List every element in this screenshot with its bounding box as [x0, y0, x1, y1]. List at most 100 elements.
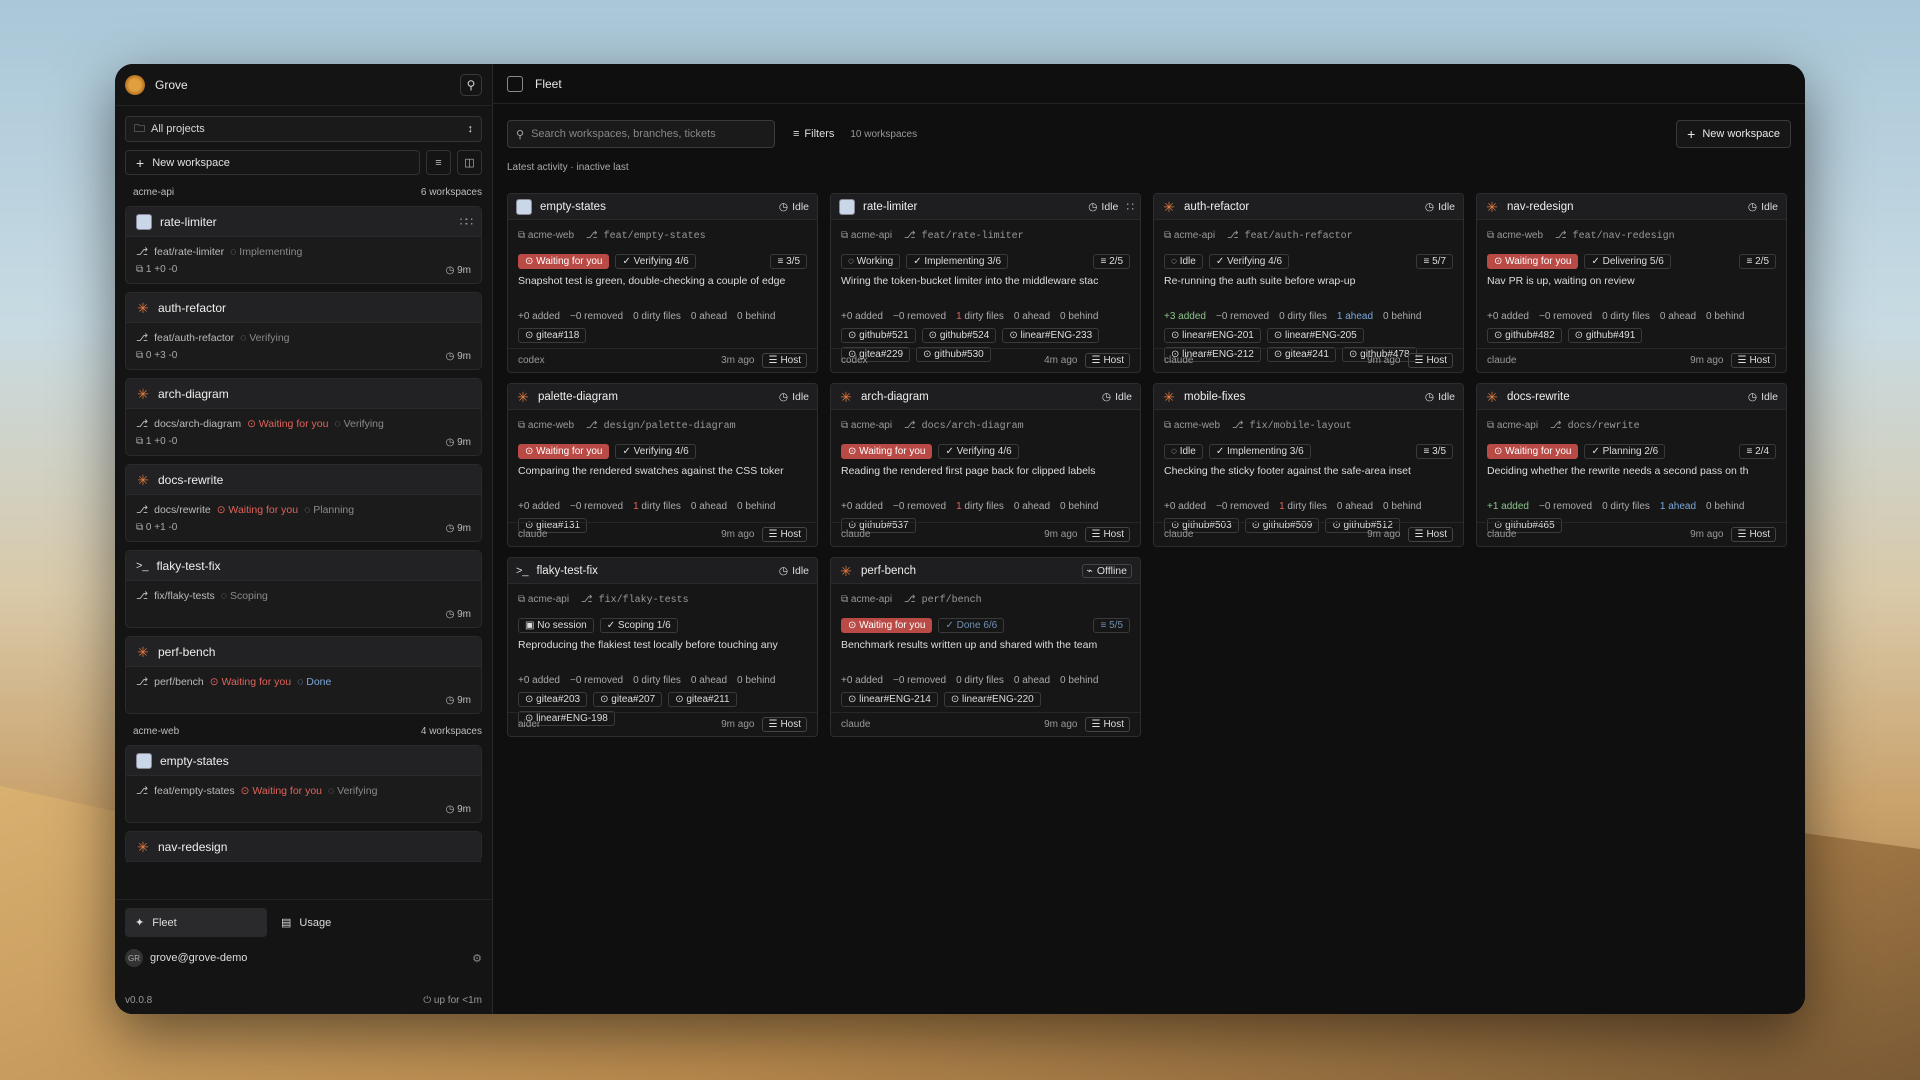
workspace-card[interactable]: rate-limiter ◷ Idle ∷ ⧉ acme-api ⎇ feat/rate-… — [830, 193, 1141, 373]
workspace-card[interactable]: empty-states ◷ Idle ⧉ acme-web ⎇ feat/empty-… — [507, 193, 818, 373]
filters-button[interactable]: ≡ Filters — [793, 128, 834, 140]
sidebar-workspace-item[interactable]: rate-limiter ∷∷ ⎇ feat/rate-limiter ◌ Implem… — [125, 206, 482, 284]
card-footer: codex 3m ago ☰ Host — [508, 348, 817, 372]
stat-value: −0 removed — [1216, 311, 1270, 322]
sidebar-workspace-item[interactable]: ✳ auth-refactor ⎇ feat/auth-refactor ◌ Verif… — [125, 292, 482, 370]
card-header: ✳ palette-diagram ◷ Idle — [508, 384, 817, 410]
workspace-card[interactable]: ✳ mobile-fixes ◷ Idle ⧉ acme-web ⎇ fix/mobile… — [1153, 383, 1464, 547]
chevron-updown-icon: ↕ — [467, 123, 474, 135]
branch-name: feat/empty-states — [154, 785, 235, 797]
uptime: ⏻ up for <1m — [423, 995, 482, 1006]
host-button[interactable]: ☰ Host — [1085, 353, 1130, 368]
workspace-card[interactable]: ✳ auth-refactor ◷ Idle ⧉ acme-api ⎇ feat/auth… — [1153, 193, 1464, 373]
search-input[interactable]: ⚲ Search workspaces, branches, tickets — [507, 120, 775, 148]
card-description: Deciding whether the rewrite needs a sec… — [1487, 465, 1749, 477]
card-stats: +3 added −0 removed 0 dirty files 1 ahead 0 … — [1154, 311, 1463, 322]
host-button[interactable]: ☰ Host — [762, 527, 807, 542]
ticket-ref[interactable]: ⊙ gitea#207 — [593, 692, 663, 707]
gear-icon[interactable]: ⚙ — [472, 952, 482, 965]
host-button[interactable]: ☰ Host — [1085, 527, 1130, 542]
agent-burst-icon: ✳ — [1486, 388, 1498, 405]
ticket-ref[interactable]: ⊙ linear#ENG-205 — [1266, 328, 1364, 343]
unplug-icon: ⌁ — [1086, 564, 1093, 577]
sidebar-workspace-item[interactable]: ✳ nav-redesign — [125, 831, 482, 862]
status-label: ◌ Implementing — [230, 246, 303, 258]
sidebar-workspace-item[interactable]: ✳ arch-diagram ⎇ docs/arch-diagram ⊙ Waiting… — [125, 378, 482, 456]
branch-name: fix/flaky-tests — [154, 590, 215, 602]
card-meta: ⧉ acme-api ⎇ docs/arch-diagram — [831, 420, 1140, 432]
branch-name: docs/rewrite — [154, 504, 211, 516]
dirty-count: 1 — [956, 501, 962, 512]
host-button[interactable]: ☰ Host — [1408, 527, 1453, 542]
ticket-ref[interactable]: ⊙ github#482 — [1487, 328, 1562, 343]
repo-name: ⧉ acme-api — [1487, 420, 1539, 431]
sidebar-workspace-item[interactable]: >_ flaky-test-fix ⎇ fix/flaky-tests ◌ Scopin… — [125, 550, 482, 628]
group-name: acme-web — [133, 726, 180, 737]
ticket-ref[interactable]: ⊙ gitea#211 — [668, 692, 737, 707]
sidebar-workspace-item[interactable]: ✳ perf-bench ⎇ perf/bench ⊙ Waiting for you ◌… — [125, 636, 482, 714]
card-stats: +1 added −0 removed 0 dirty files 1 ahead 0 … — [1477, 501, 1786, 512]
session-badge: ▣ No session — [518, 618, 594, 633]
ticket-ref[interactable]: ⊙ github#491 — [1567, 328, 1643, 343]
new-workspace-button[interactable]: + New workspace — [125, 150, 420, 175]
workspace-card[interactable]: ✳ perf-bench ⌁ Offline ⧉ acme-api ⎇ perf/benc… — [830, 557, 1141, 737]
branch-name: ⎇ fix/flaky-tests — [581, 595, 689, 606]
chart-icon: ▤ — [281, 917, 292, 929]
ticket-ref[interactable]: ⊙ linear#ENG-233 — [1002, 328, 1100, 343]
last-activity: 3m ago — [721, 355, 755, 366]
plus-icon: + — [1687, 126, 1696, 142]
new-workspace-button[interactable]: + New workspace — [1676, 120, 1791, 148]
workspace-card[interactable]: ✳ arch-diagram ◷ Idle ⧉ acme-api ⎇ docs/arch-… — [830, 383, 1141, 547]
user-row[interactable]: GR grove@grove-demo ⚙ — [125, 949, 482, 967]
ticket-ref[interactable]: ⊙ linear#ENG-220 — [943, 692, 1041, 707]
session-state: ◷ Idle — [1088, 201, 1118, 213]
card-description: Reproducing the flakiest test locally be… — [518, 639, 778, 651]
filter-icon[interactable]: ≡ — [426, 150, 451, 175]
search-icon[interactable]: ⚲ — [460, 73, 482, 96]
tab-usage[interactable]: ▤ Usage — [271, 908, 341, 937]
status-label: ⊙ Waiting for you — [209, 676, 292, 688]
host-label: Host — [780, 529, 801, 540]
workspace-name: docs-rewrite — [1507, 390, 1570, 403]
host-label: Host — [1426, 529, 1447, 540]
last-activity: 9m ago — [1690, 529, 1724, 540]
host-label: Host — [1103, 719, 1124, 730]
host-button[interactable]: ☰ Host — [762, 353, 807, 368]
ticket-ref[interactable]: ⊙ linear#ENG-214 — [841, 692, 938, 707]
columns-icon[interactable]: ◫ — [457, 150, 482, 175]
tab-fleet[interactable]: ✦ Fleet — [125, 908, 267, 937]
project-select[interactable]: 🗀 All projects ↕ — [125, 116, 482, 142]
sidebar-workspace-item[interactable]: ✳ docs-rewrite ⎇ docs/rewrite ⊙ Waiting for … — [125, 464, 482, 542]
sidebar-toggle-icon[interactable] — [507, 75, 523, 92]
workspace-card[interactable]: ✳ nav-redesign ◷ Idle ⧉ acme-web ⎇ feat/nav-r… — [1476, 193, 1787, 373]
sidebar-workspace-item[interactable]: empty-states ⎇ feat/empty-states ⊙ Waiting … — [125, 745, 482, 823]
workspace-card[interactable]: ✳ docs-rewrite ◷ Idle ⧉ acme-api ⎇ docs/rewri… — [1476, 383, 1787, 547]
ticket-ref[interactable]: ⊙ gitea#203 — [518, 692, 588, 707]
new-workspace-label: New workspace — [152, 156, 230, 169]
last-activity: 9m ago — [1044, 719, 1078, 730]
task-ratio-badge: ≡ 3/5 — [1416, 444, 1453, 459]
workspace-card[interactable]: ✳ palette-diagram ◷ Idle ⧉ acme-web ⎇ design/… — [507, 383, 818, 547]
host-button[interactable]: ☰ Host — [762, 717, 807, 732]
ticket-ref[interactable]: ⊙ github#521 — [841, 328, 916, 343]
workspace-card[interactable]: >_ flaky-test-fix ◷ Idle ⧉ acme-api ⎇ fix/fla… — [507, 557, 818, 737]
host-button[interactable]: ☰ Host — [1731, 353, 1776, 368]
ticket-ref[interactable]: ⊙ github#524 — [921, 328, 997, 343]
host-button[interactable]: ☰ Host — [1731, 527, 1776, 542]
agent-burst-icon: ✳ — [137, 385, 149, 402]
agent-burst-icon: ✳ — [137, 643, 149, 660]
clock-icon: ◷ — [778, 564, 789, 577]
stat-value: 0 dirty files — [956, 675, 1004, 686]
clock-icon: ◷ — [1424, 390, 1435, 403]
workspace-item-header: ✳ auth-refactor — [126, 293, 481, 323]
status-label: ◌ Done — [297, 676, 332, 688]
ticket-ref[interactable]: ⊙ linear#ENG-201 — [1164, 328, 1261, 343]
host-button[interactable]: ☰ Host — [1408, 353, 1453, 368]
username: grove@grove-demo — [150, 952, 248, 964]
repo-name: ⧉ acme-api — [841, 420, 893, 431]
workspace-branch-row: ⎇ feat/auth-refactor ◌ Verifying — [136, 332, 290, 344]
host-button[interactable]: ☰ Host — [1085, 717, 1130, 732]
stat-value: 0 behind — [1706, 501, 1745, 512]
waiting-badge: ⊙ Waiting for you — [841, 444, 933, 459]
ticket-ref[interactable]: ⊙ gitea#118 — [518, 328, 587, 343]
